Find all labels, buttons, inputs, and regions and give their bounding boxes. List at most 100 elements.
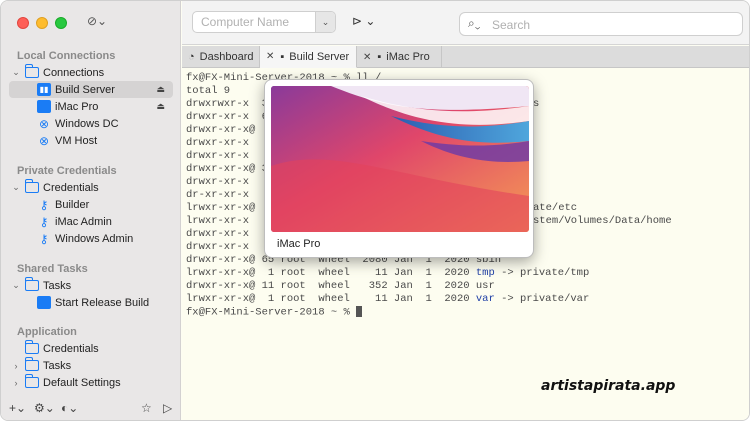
- server-icon: ▪: [280, 50, 285, 63]
- sidebar-item-label: Builder: [55, 198, 90, 211]
- sidebar-item-app-tasks[interactable]: › Tasks: [9, 357, 173, 374]
- section-title-local-connections: Local Connections: [17, 50, 116, 62]
- link-name: var: [475, 293, 495, 305]
- sidebar-item-build-server[interactable]: ▮▮ Build Server ⏏: [9, 81, 173, 98]
- sidebar-item-label: iMac Pro: [55, 100, 99, 113]
- terminal-line: lrwxr-xr-x@ 1 root wheel 11 Jan 1 2020 v…: [186, 293, 747, 306]
- sidebar-item-windows-dc[interactable]: ⊗ Windows DC: [9, 115, 173, 132]
- minimize-button[interactable]: [36, 17, 48, 29]
- close-icon[interactable]: ✕: [266, 51, 274, 62]
- terminal-fragment: stem/Volumes/Data/home: [533, 215, 672, 227]
- add-icon[interactable]: +⌄: [9, 401, 26, 415]
- section-title-shared-tasks: Shared Tasks: [17, 263, 88, 275]
- chevron-down-icon[interactable]: ⌄: [315, 12, 335, 32]
- imac-icon: ▪: [377, 51, 382, 63]
- sidebar-item-windows-admin[interactable]: ⚷ Windows Admin: [9, 230, 173, 247]
- line-prefix: lrwxr-xr-x@ 1 root wheel 11 Jan 1 2020: [186, 267, 476, 279]
- link-target: -> private/tmp: [494, 267, 590, 279]
- tab-dashboard[interactable]: ◔ Dashboard: [182, 46, 260, 68]
- sidebar-item-builder[interactable]: ⚷ Builder: [9, 196, 173, 213]
- sidebar-group-label: Connections: [43, 66, 105, 79]
- search-placeholder: Search: [492, 18, 531, 32]
- sidebar-item-label: Build Server: [55, 83, 115, 96]
- sidebar-item-label: Start Release Build: [55, 296, 150, 309]
- tab-bar: ◔ Dashboard ✕ ▪ Build Server ✕ ▪ iMac Pr…: [182, 46, 749, 68]
- folder-icon: [24, 179, 39, 194]
- app-window: ⊘⌄ Local Connections ⌄ Connections ▮▮ Bu…: [0, 0, 750, 421]
- computer-name-placeholder: Computer Name: [201, 15, 290, 29]
- sidebar-group-credentials[interactable]: ⌄ Credentials: [9, 179, 173, 196]
- close-icon[interactable]: ✕: [363, 52, 371, 63]
- terminal-line: drwxr-xr-x@ 11 root wheel 352 Jan 1 2020…: [186, 280, 747, 293]
- sidebar-bottom-bar: +⌄ ⚙⌄ ◐⌄ ☆ ▷: [1, 396, 181, 420]
- tab-imac-pro[interactable]: ✕ ▪ iMac Pro: [357, 46, 442, 68]
- imac-icon: [37, 100, 51, 113]
- tab-label: iMac Pro: [386, 51, 430, 63]
- folder-icon: [24, 357, 39, 372]
- link-target: -> private/var: [494, 293, 590, 305]
- search-input[interactable]: ⌕⌄ Search: [459, 12, 743, 36]
- terminal-prompt-line: fx@FX-Mini-Server-2018 ~ %: [186, 306, 747, 319]
- eject-icon[interactable]: ⏏: [156, 101, 165, 112]
- sidebar: ⊘⌄ Local Connections ⌄ Connections ▮▮ Bu…: [1, 1, 181, 420]
- key-icon: ⚷: [39, 231, 49, 246]
- sidebar-item-label: iMac Admin: [55, 215, 112, 228]
- chevron-down-icon[interactable]: ⌄: [11, 182, 21, 193]
- tab-build-server[interactable]: ✕ ▪ Build Server: [260, 46, 357, 68]
- tab-preview-popup[interactable]: iMac Pro: [264, 79, 534, 258]
- sidebar-item-label: Tasks: [43, 359, 72, 372]
- server-icon: ▮▮: [37, 83, 51, 96]
- watermark: artistapirata.app: [541, 378, 676, 394]
- remote-desktop-icon: ⊗: [38, 116, 50, 131]
- line-prefix: lrwxr-xr-x@ 1 root wheel 11 Jan 1 2020: [186, 293, 476, 305]
- remote-desktop-icon: ⊗: [38, 133, 50, 148]
- sidebar-group-label: Credentials: [43, 181, 99, 194]
- desktop-thumbnail: [271, 86, 529, 232]
- chevron-down-icon[interactable]: ⌄: [11, 67, 21, 78]
- tab-label: Dashboard: [199, 51, 254, 63]
- eject-icon[interactable]: ⏏: [156, 84, 165, 95]
- sidebar-item-default-settings[interactable]: › Default Settings: [9, 374, 173, 391]
- gear-icon[interactable]: ⚙⌄: [34, 401, 55, 415]
- connect-play-icon[interactable]: ⊳ ⌄: [352, 14, 375, 28]
- sidebar-item-label: Credentials: [43, 342, 99, 355]
- prompt: fx@FX-Mini-Server-2018 ~ %: [186, 306, 357, 319]
- sidebar-item-imac-admin[interactable]: ⚷ iMac Admin: [9, 213, 173, 230]
- dashboard-icon: ◔: [188, 51, 195, 63]
- folder-icon: [24, 277, 39, 292]
- status-menu-icon[interactable]: ⊘⌄: [87, 14, 107, 28]
- folder-icon: [24, 374, 39, 389]
- chevron-right-icon[interactable]: ›: [11, 361, 21, 371]
- sidebar-item-label: VM Host: [55, 134, 98, 147]
- sidebar-group-connections[interactable]: ⌄ Connections: [9, 64, 173, 81]
- sidebar-group-tasks[interactable]: ⌄ Tasks: [9, 277, 173, 294]
- options-icon[interactable]: ◐⌄: [61, 401, 78, 415]
- section-title-private-credentials: Private Credentials: [17, 165, 117, 177]
- terminal-fragment: ate/etc: [533, 202, 578, 214]
- task-icon: [37, 296, 51, 309]
- sidebar-item-start-release-build[interactable]: Start Release Build: [9, 294, 173, 311]
- zoom-button[interactable]: [55, 17, 67, 29]
- folder-icon: [24, 340, 39, 355]
- sidebar-item-vm-host[interactable]: ⊗ VM Host: [9, 132, 173, 149]
- sidebar-group-label: Tasks: [43, 279, 72, 292]
- key-icon: ⚷: [39, 214, 49, 229]
- toolbar: Computer Name ⌄ ⊳ ⌄ ⌕⌄ Search: [182, 1, 749, 45]
- chevron-right-icon[interactable]: ›: [11, 378, 21, 388]
- sidebar-item-app-credentials[interactable]: Credentials: [9, 340, 173, 357]
- sidebar-item-label: Windows DC: [55, 117, 119, 130]
- chevron-down-icon[interactable]: ⌄: [11, 280, 21, 291]
- link-name: tmp: [475, 267, 495, 279]
- tab-label: Build Server: [289, 50, 350, 63]
- folder-icon: [24, 64, 39, 79]
- cursor: [356, 306, 363, 317]
- line-prefix: drwxr-xr-x@ 11 root wheel 352 Jan 1 2020…: [186, 280, 495, 292]
- play-icon[interactable]: ▷: [163, 401, 172, 415]
- preview-caption: iMac Pro: [277, 238, 321, 250]
- computer-name-field[interactable]: Computer Name ⌄: [192, 11, 336, 33]
- star-icon[interactable]: ☆: [141, 401, 152, 415]
- close-button[interactable]: [17, 17, 29, 29]
- key-icon: ⚷: [39, 197, 49, 212]
- sidebar-item-imac-pro[interactable]: iMac Pro ⏏: [9, 98, 173, 115]
- section-title-application: Application: [17, 326, 77, 338]
